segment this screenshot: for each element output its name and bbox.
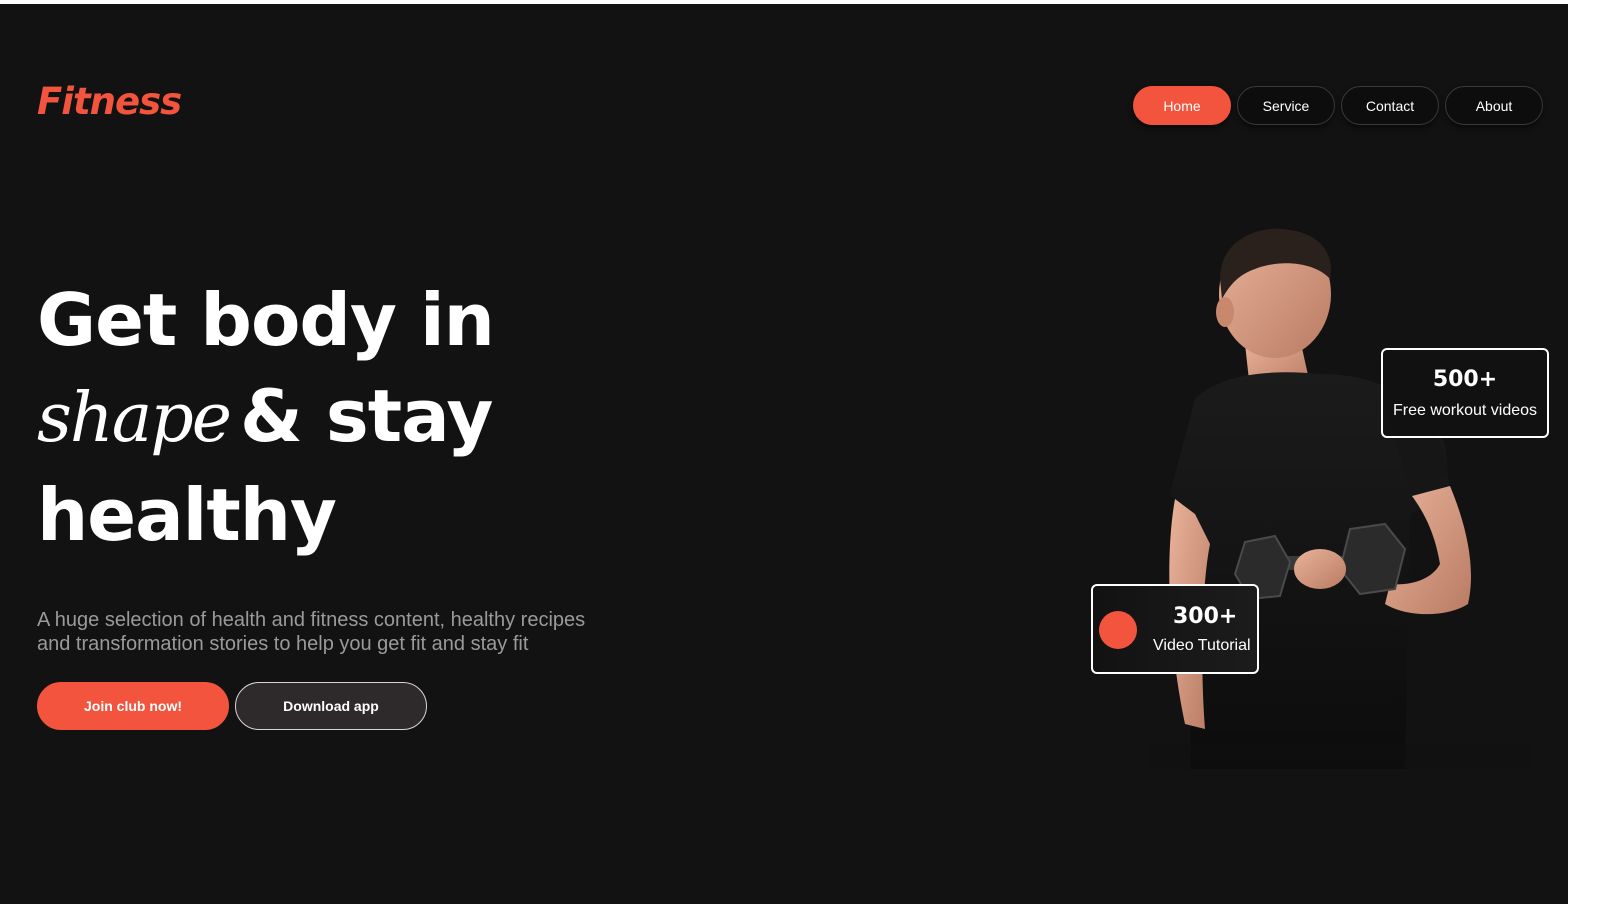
video-tutorial-count: 300+	[1173, 603, 1238, 629]
record-dot-icon[interactable]	[1099, 611, 1137, 649]
landing-page: Fitness Home Service Contact About Get b…	[0, 4, 1620, 904]
nav-contact-button[interactable]: Contact	[1341, 86, 1439, 125]
download-app-button[interactable]: Download app	[235, 682, 427, 730]
workout-videos-count: 500+	[1432, 366, 1498, 392]
hero-heading: Get body in shape & stay healthy	[37, 272, 495, 563]
video-tutorial-label: Video Tutorial	[1153, 636, 1251, 654]
nav-home-button[interactable]: Home	[1133, 86, 1231, 125]
main-nav: Home Service Contact About	[1133, 86, 1543, 125]
workout-videos-label: Free workout videos	[1392, 401, 1538, 419]
hero-subtitle: A huge selection of health and fitness c…	[37, 608, 627, 656]
brand-logo[interactable]: Fitness	[37, 80, 182, 123]
subtitle-line-2: and transformation stories to help you g…	[37, 633, 529, 655]
athlete-photo	[1150, 228, 1530, 769]
page-edge	[1568, 4, 1620, 904]
hero-line-3: healthy	[37, 473, 337, 557]
join-club-button[interactable]: Join club now!	[37, 682, 229, 730]
subtitle-line-1: A huge selection of health and fitness c…	[37, 609, 586, 631]
nav-about-button[interactable]: About	[1445, 86, 1543, 125]
hero-cta-group: Join club now! Download app	[37, 682, 427, 730]
hero-line-2: shape & stay	[37, 368, 494, 467]
nav-service-button[interactable]: Service	[1237, 86, 1335, 125]
hero-line-1: Get body in	[37, 278, 495, 362]
workout-videos-card[interactable]: 500+ Free workout videos	[1381, 348, 1549, 438]
hero-line-2-rest: & stay	[240, 374, 493, 458]
hero-script-word: shape	[37, 379, 232, 458]
video-tutorial-card[interactable]: 300+ Video Tutorial	[1091, 584, 1259, 674]
